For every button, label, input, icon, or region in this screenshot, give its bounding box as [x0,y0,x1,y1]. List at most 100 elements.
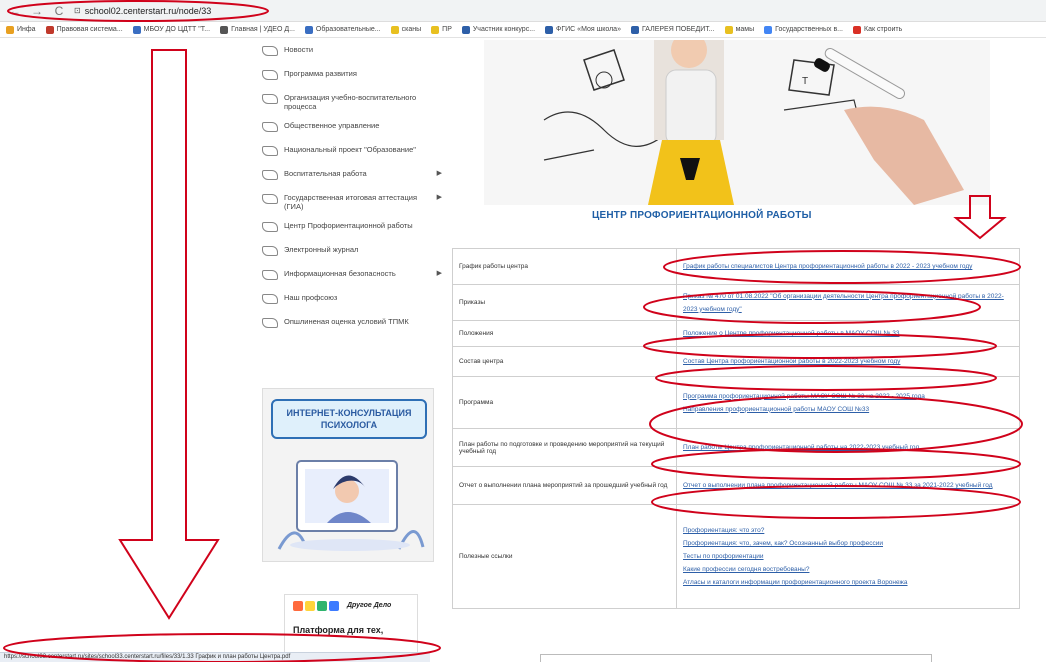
forward-button[interactable]: → [30,4,44,18]
bookmark-item[interactable]: Государственных в... [764,25,843,34]
drugoe-delo-banner[interactable]: Другое Дело Платформа для тех, [284,594,418,654]
row-label: Приказы [452,284,677,321]
status-bar: https://school33.centerstart.ru/sites/sc… [0,652,430,662]
down-arrow-icon [118,49,220,620]
document-link[interactable]: Профориентация: что это? [683,524,1013,537]
bookmark-item[interactable]: ГАЛЕРЕЯ ПОБЕДИТ... [630,25,715,34]
sidebar-item-label: Электронный журнал [284,245,359,254]
bookmark-icon [630,25,639,34]
bookmark-label: Правовая система... [56,26,123,33]
drugoe-delo-logo-icon [293,601,339,611]
table-row: График работы центра График работы специа… [452,248,1020,285]
bookmark-item[interactable]: мамы [724,25,754,34]
browser-toolbar: ← → C ⊡ school02.centerstart.ru/node/33 [0,0,1046,22]
bookmark-label: Государственных в... [775,26,843,33]
back-button[interactable]: ← [8,4,22,18]
sidebar-item-label: Наш профсоюз [284,293,338,302]
sidebar-item-label: Национальный проект "Образование" [284,145,416,154]
address-bar[interactable]: ⊡ school02.centerstart.ru/node/33 [74,6,211,16]
sidebar-item-label: Воспитательная работа [284,169,367,178]
bookmark-item[interactable]: Как строить [853,25,903,34]
document-link[interactable]: Какие профессии сегодня востребованы? [683,563,1013,576]
graduation-cap-icon [262,194,278,204]
hero-image: T [484,40,990,205]
sidebar-item[interactable]: Государственная итоговая аттестация (ГИА… [262,188,442,216]
row-links: Отчет о выполнении плана профориентацион… [676,466,1020,505]
document-link[interactable]: Атласы и каталоги информации профориента… [683,576,1013,589]
row-links: График работы специалистов Центра профор… [676,248,1020,285]
row-label: План работы по подготовке и проведению м… [452,428,677,467]
section-title: ЦЕНТР ПРОФОРИЕНТАЦИОННОЙ РАБОТЫ [592,210,812,221]
document-link[interactable]: Состав Центра профориентационной работы … [683,355,1013,368]
document-link[interactable]: Профориентация: что, зачем, как? Осознан… [683,537,1013,550]
document-link[interactable]: Программа профориентационной работы МАОУ… [683,390,1013,403]
row-links: Положение о Центре профориентационной ра… [676,320,1020,347]
document-link[interactable]: Направления профориентационной работы МА… [683,403,1013,416]
sidebar-item[interactable]: Информационная безопасность ▶ [262,264,442,288]
table-row: Программа Программа профориентационной ра… [452,376,1020,429]
bookmark-item[interactable]: МБОУ ДО ЦДТТ "Т... [132,25,211,34]
bookmark-label: Как строить [864,26,903,33]
row-label: Положения [452,320,677,347]
submenu-arrow-icon[interactable]: ▶ [437,269,442,278]
sidebar-item[interactable]: Опшлиненая оценка условий ТПМК [262,312,442,336]
bookmark-label: Образовательные... [315,26,381,33]
document-link[interactable]: План работы Центра профориентационной ра… [683,441,1013,454]
sidebar-item-label: Опшлиненая оценка условий ТПМК [284,317,409,326]
bookmark-item[interactable]: Правовая система... [45,25,123,34]
bookmark-label: сканы [401,26,422,33]
reload-button[interactable]: C [52,4,66,18]
bookmarks-bar: Инфа Правовая система... МБОУ ДО ЦДТТ "Т..… [0,22,1046,38]
sidebar-item[interactable]: Центр Профориентационной работы [262,216,442,240]
bookmark-label: ФГИС «Моя школа» [556,26,621,33]
lock-icon: ⊡ [74,6,81,15]
sidebar-item-label: Организация учебно-воспитательного проце… [284,93,417,111]
bookmark-icon [853,25,861,34]
bookmark-icon [132,25,141,34]
bookmark-label: Главная | УДЕО Д... [231,26,295,33]
bookmark-item[interactable]: ФГИС «Моя школа» [545,25,621,34]
graduation-cap-icon [262,46,278,56]
row-links: Состав Центра профориентационной работы … [676,346,1020,377]
bookmark-icon [45,25,54,34]
table-row: Отчет о выполнении плана мероприятий за … [452,466,1020,505]
document-link[interactable]: Тесты по профориентации [683,550,1013,563]
graduation-cap-icon [262,146,278,156]
bookmark-item[interactable]: сканы [390,25,422,34]
sidebar-item[interactable]: Программа развития [262,64,442,88]
bookmark-item[interactable]: Образовательные... [304,25,381,34]
sidebar-item[interactable]: Национальный проект "Образование" [262,140,442,164]
bookmark-label: МБОУ ДО ЦДТТ "Т... [143,26,211,33]
url-text: school02.centerstart.ru/node/33 [84,5,212,16]
table-row: Полезные ссылки Профориентация: что это? П… [452,504,1020,609]
submenu-arrow-icon[interactable]: ▶ [437,169,442,178]
row-label: Программа [452,376,677,429]
document-link[interactable]: График работы специалистов Центра профор… [683,260,1013,273]
document-link[interactable]: Отчет о выполнении плана профориентацион… [683,479,1013,492]
sidebar-item[interactable]: Новости [262,40,442,64]
psychologist-banner[interactable]: ИНТЕРНЕТ-КОНСУЛЬТАЦИЯ ПСИХОЛОГА [262,388,434,562]
sidebar-item[interactable]: Наш профсоюз [262,288,442,312]
row-links: План работы Центра профориентационной ра… [676,428,1020,467]
graduation-cap-icon [262,94,278,104]
sidebar-item[interactable]: Общественное управление [262,116,442,140]
document-link[interactable]: Приказ № 470 от 01.08.2022 "Об организац… [683,290,1013,316]
bookmark-label: ПР [442,26,452,33]
bookmark-item[interactable]: Участник конкурс... [461,25,535,34]
bookmark-item[interactable]: Главная | УДЕО Д... [220,25,295,34]
bookmark-item[interactable]: ПР [431,25,452,34]
bookmark-item[interactable]: Инфа [6,25,36,34]
document-link[interactable]: Положение о Центре профориентационной ра… [683,327,1013,340]
row-label: Состав центра [452,346,677,377]
submenu-arrow-icon[interactable]: ▶ [437,193,442,202]
table-row: План работы по подготовке и проведению м… [452,428,1020,467]
graduation-cap-icon [262,318,278,328]
drugoe-delo-name: Другое Дело [347,602,392,609]
sidebar-item[interactable]: Электронный журнал [262,240,442,264]
graduation-cap-icon [262,122,278,132]
sidebar-item[interactable]: Организация учебно-воспитательного проце… [262,88,442,116]
sidebar-item-label: Новости [284,45,314,54]
row-links: Профориентация: что это? Профориентация: … [676,504,1020,609]
sidebar-item[interactable]: Воспитательная работа ▶ [262,164,442,188]
sidebar-item-label: Информационная безопасность [284,269,396,278]
